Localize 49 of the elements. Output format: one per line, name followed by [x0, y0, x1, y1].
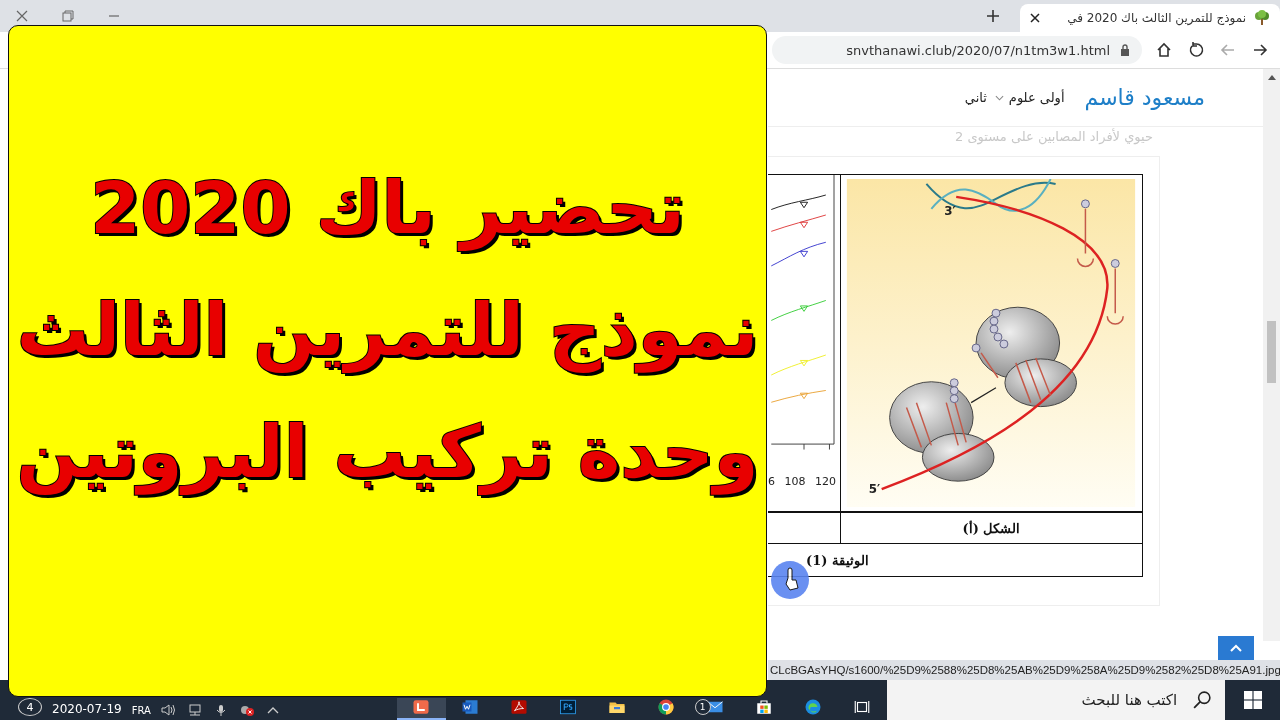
close-icon[interactable] [1030, 13, 1040, 23]
strand-label: 5′ [868, 482, 881, 497]
title-line: نموذج للتمرين الثالث [16, 287, 759, 375]
app-icon [412, 698, 430, 716]
taskbar-app[interactable] [396, 698, 446, 720]
image-editor-icon [559, 698, 577, 716]
shield-warning-icon[interactable] [238, 704, 255, 716]
taskbar-search-field[interactable]: اكتب هنا للبحث [886, 680, 1226, 720]
forward-icon[interactable] [1252, 42, 1268, 58]
browser-icon [804, 698, 822, 716]
task-view-icon [853, 698, 871, 716]
title-line: تحضير باك 2020 [90, 165, 685, 253]
search-icon [1193, 691, 1212, 709]
speaker-icon[interactable] [160, 704, 177, 716]
tick-label: 108 [784, 475, 806, 488]
shopping-bag-icon [755, 698, 773, 716]
restore-icon[interactable] [62, 10, 74, 22]
browser-tab[interactable]: نموذج للتمرين الثالث باك 2020 في [1020, 4, 1280, 32]
back-to-top-button[interactable] [1218, 636, 1254, 660]
date-text[interactable]: 2020-07-19 [52, 702, 122, 716]
lock-icon [1120, 44, 1130, 56]
scroll-up-icon[interactable] [1267, 75, 1276, 80]
scrollbar[interactable] [1263, 69, 1280, 641]
unread-badge: 1 [694, 699, 711, 715]
language-indicator[interactable]: FRA [131, 705, 151, 716]
site-logo[interactable]: مسعود قاسم [1084, 85, 1205, 110]
tick-label: 6 [768, 475, 775, 488]
strand-label: 3′ [944, 203, 956, 218]
home-icon[interactable] [1156, 42, 1172, 58]
nav-link[interactable]: أولى علوم [994, 90, 1065, 105]
caret-icon [994, 94, 1004, 101]
tick-label: 120 [815, 475, 836, 488]
title-line: وحدة تركيب البروتين [16, 409, 759, 497]
browser-icon [657, 698, 675, 716]
taskbar-app[interactable]: 1 [690, 698, 740, 720]
scrollbar-thumb[interactable] [1267, 321, 1276, 383]
new-tab-icon[interactable] [986, 9, 1000, 23]
network-icon[interactable] [186, 704, 203, 716]
caret-icon [1230, 644, 1242, 652]
pdf-app-icon [510, 698, 528, 716]
reload-icon[interactable] [1188, 42, 1204, 58]
figure-caption: الشكل (أ) [962, 520, 1021, 536]
tree-icon [1254, 10, 1270, 26]
nav-link[interactable]: ثاني [964, 90, 987, 105]
windows-logo-icon [1243, 691, 1262, 709]
address-field[interactable]: snvthanawi.club/2020/07/n1tm3w1.html [772, 36, 1142, 64]
status-url: CLcBGAsYHQ/s1600/%25D9%2588%25D8%25AB%25D9%258A%25D9%2582%25D8%25A91.jpg [768, 660, 1280, 680]
document-caption: الوثيقة (1) [806, 552, 869, 568]
document-app-icon [461, 698, 479, 716]
